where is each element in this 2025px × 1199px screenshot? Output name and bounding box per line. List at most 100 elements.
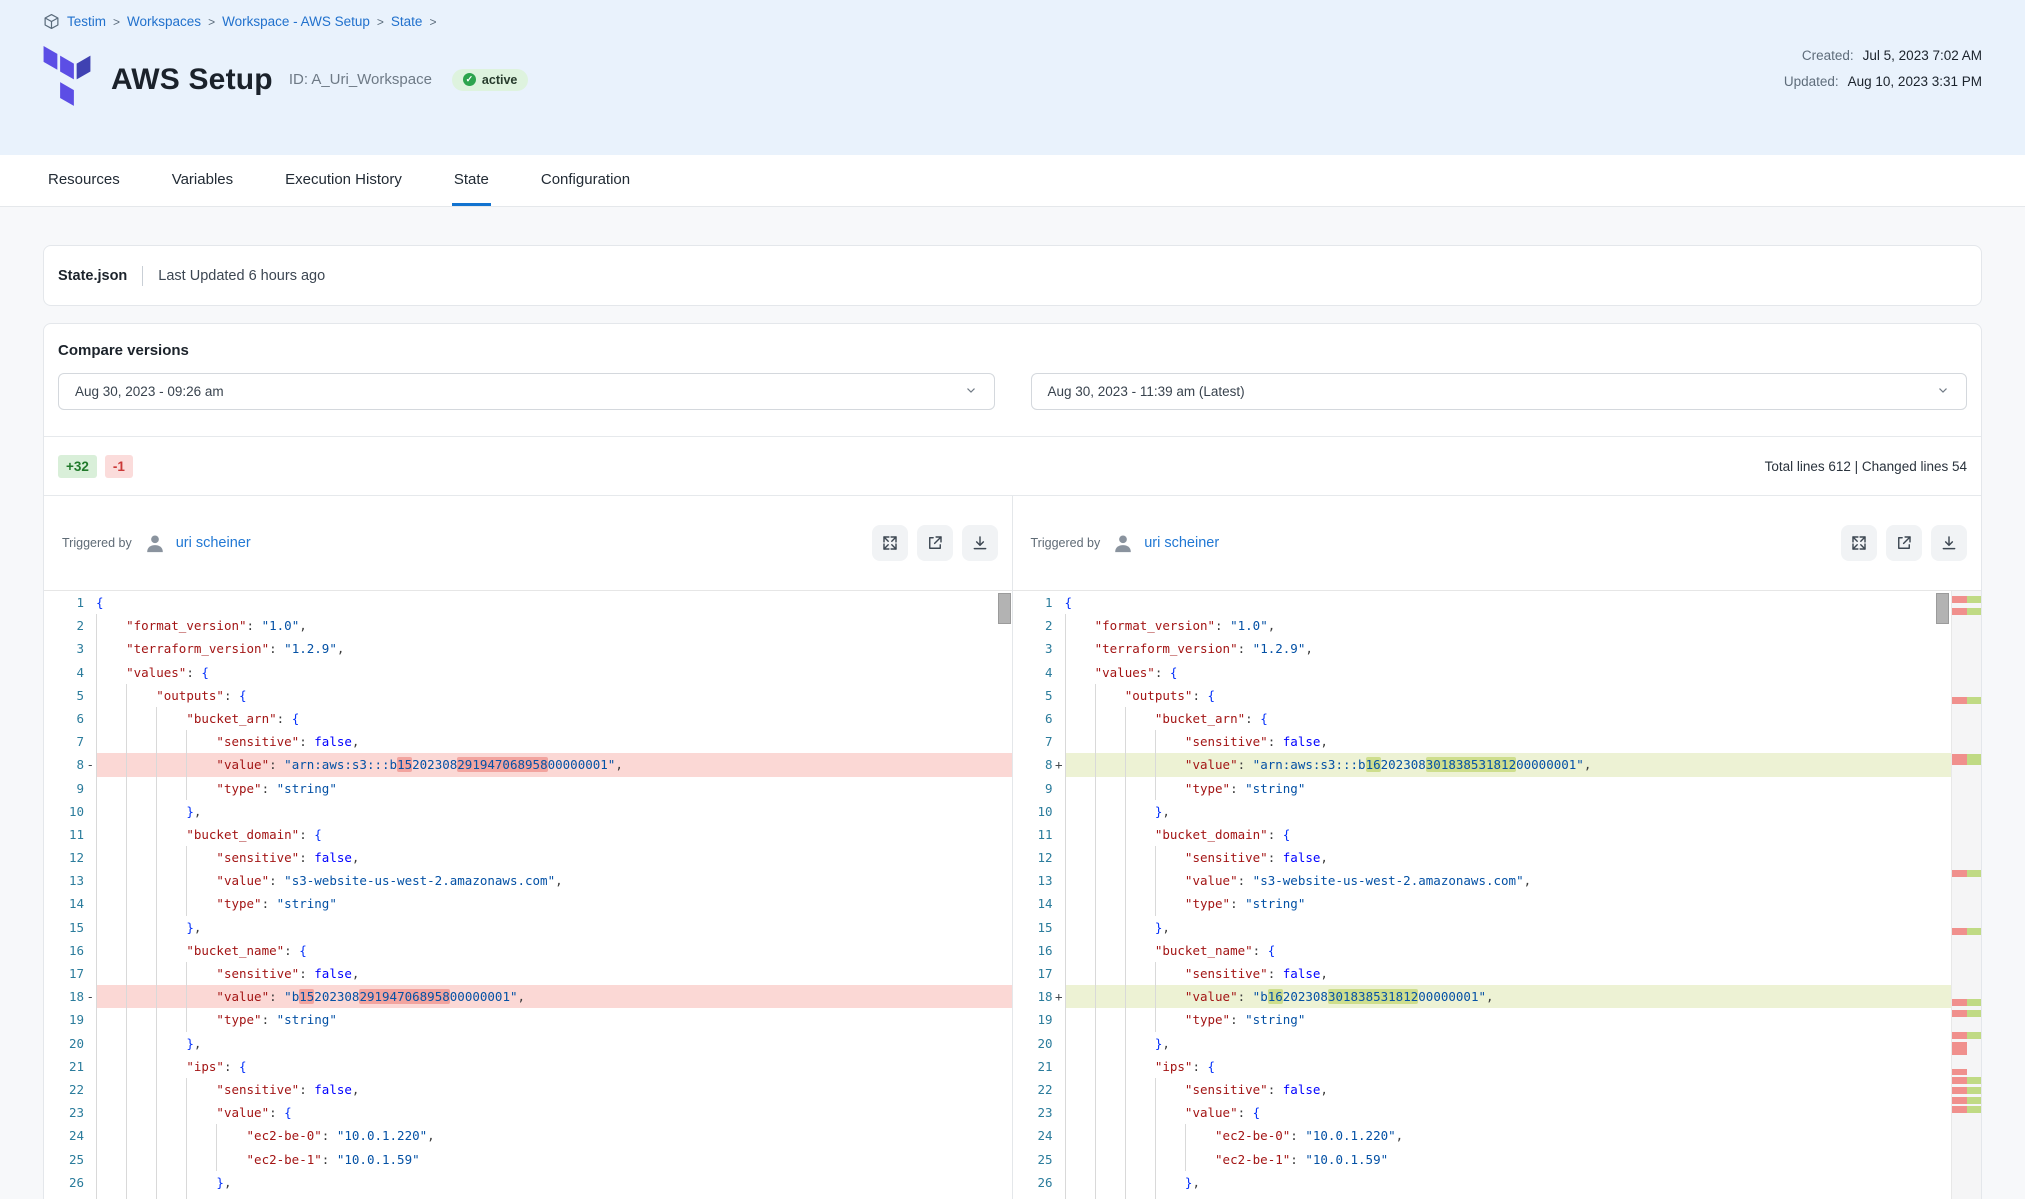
scrollbar-thumb[interactable]: [998, 593, 1011, 624]
tab-state[interactable]: State: [452, 155, 491, 206]
code-line: 24 "ec2-be-0": "10.0.1.220",: [1013, 1124, 1952, 1147]
line-number: 2: [1013, 614, 1065, 637]
code-line: 11 "bucket_domain": {: [44, 823, 1012, 846]
code-line: 8+ "value": "arn:aws:s3:::b1620230830183…: [1013, 753, 1952, 776]
diff-overview-mark: [1952, 697, 1981, 704]
line-number: 8-: [44, 753, 96, 776]
line-number: 8+: [1013, 753, 1065, 776]
line-number: 24: [1013, 1124, 1065, 1147]
user-avatar-icon: [144, 532, 166, 554]
line-number: 27: [44, 1194, 96, 1199]
tab-configuration[interactable]: Configuration: [539, 155, 632, 206]
code-line: 23 "value": {: [44, 1101, 1012, 1124]
diff-overview-mark: [1952, 596, 1981, 603]
line-number: 5: [1013, 684, 1065, 707]
deleted-line-marker: -: [86, 985, 94, 1008]
code-line: 4 "values": {: [1013, 661, 1952, 684]
panel-actions: [1841, 525, 1967, 561]
code-line: 4 "values": {: [44, 661, 1012, 684]
file-bar: State.json Last Updated 6 hours ago: [43, 245, 1982, 306]
line-number: 12: [1013, 846, 1065, 869]
tab-variables[interactable]: Variables: [170, 155, 235, 206]
breadcrumb-separator: >: [429, 15, 436, 29]
code-line: 21 "ips": {: [44, 1055, 1012, 1078]
updated-label: Updated:: [1784, 74, 1839, 89]
diff-overview-mark: [1952, 1097, 1981, 1104]
line-number: 18+: [1013, 985, 1065, 1008]
open-external-button[interactable]: [1886, 525, 1922, 561]
right-version-select[interactable]: Aug 30, 2023 - 11:39 am (Latest): [1031, 373, 1968, 410]
line-number: 19: [44, 1008, 96, 1031]
line-number: 24: [44, 1124, 96, 1147]
triggered-by-label: Triggered by: [62, 536, 132, 550]
line-number: 27: [1013, 1194, 1065, 1199]
code-line: 13 "value": "s3-website-us-west-2.amazon…: [44, 869, 1012, 892]
code-line: 2 "format_version": "1.0",: [1013, 614, 1952, 637]
triggered-by-user-link[interactable]: uri scheiner: [176, 535, 251, 551]
file-last-updated: Last Updated 6 hours ago: [158, 268, 325, 284]
workspace-meta: Created: Jul 5, 2023 7:02 AM Updated: Au…: [1784, 46, 1982, 89]
code-line: 19 "type": "string": [44, 1008, 1012, 1031]
diff-panel-new: Triggered by uri scheiner: [1013, 496, 1982, 1199]
check-circle-icon: ✓: [463, 73, 476, 86]
line-number: 11: [1013, 823, 1065, 846]
line-number: 15: [44, 916, 96, 939]
line-number: 22: [44, 1078, 96, 1101]
code-line: 22 "sensitive": false,: [44, 1078, 1012, 1101]
code-line: 25 "ec2-be-1": "10.0.1.59": [1013, 1148, 1952, 1171]
line-number: 11: [44, 823, 96, 846]
code-line: 7 "sensitive": false,: [44, 730, 1012, 753]
user-avatar-icon: [1112, 532, 1134, 554]
diff-stats-row: +32 -1 Total lines 612 | Changed lines 5…: [44, 436, 1981, 496]
code-line: 2 "format_version": "1.0",: [44, 614, 1012, 637]
line-number: 12: [44, 846, 96, 869]
code-line: 14 "type": "string": [44, 892, 1012, 915]
line-number: 23: [1013, 1101, 1065, 1124]
panel-actions: [872, 525, 998, 561]
code-line: 20 },: [44, 1032, 1012, 1055]
diff-overview-mark: [1952, 1032, 1981, 1039]
chevron-down-icon: [1936, 383, 1950, 400]
code-line: 20 },: [1013, 1032, 1952, 1055]
open-external-button[interactable]: [917, 525, 953, 561]
breadcrumb-workspaces[interactable]: Workspaces: [127, 14, 201, 29]
line-number: 20: [44, 1032, 96, 1055]
code-line: 27 "type": [: [44, 1194, 1012, 1199]
download-button[interactable]: [1931, 525, 1967, 561]
download-button[interactable]: [962, 525, 998, 561]
diff-panels: Triggered by uri scheiner: [44, 496, 1981, 1199]
left-version-select[interactable]: Aug 30, 2023 - 09:26 am: [58, 373, 995, 410]
code-line: 9 "type": "string": [1013, 777, 1952, 800]
diff-overview-mark: [1952, 1069, 1981, 1075]
expand-button[interactable]: [1841, 525, 1877, 561]
code-line: 14 "type": "string": [1013, 892, 1952, 915]
code-line: 16 "bucket_name": {: [44, 939, 1012, 962]
breadcrumb-workspace-aws-setup[interactable]: Workspace - AWS Setup: [222, 14, 370, 29]
triggered-by-row: Triggered by uri scheiner: [44, 496, 1012, 591]
code-line: 5 "outputs": {: [1013, 684, 1952, 707]
tab-execution-history[interactable]: Execution History: [283, 155, 404, 206]
code-line: 27 "type": [: [1013, 1194, 1952, 1199]
line-number: 14: [44, 892, 96, 915]
line-number: 5: [44, 684, 96, 707]
code-line: 12 "sensitive": false,: [1013, 846, 1952, 869]
scrollbar-thumb[interactable]: [1936, 593, 1949, 624]
diff-overview-mark: [1952, 999, 1981, 1006]
breadcrumb: Testim > Workspaces > Workspace - AWS Se…: [43, 13, 1982, 30]
breadcrumb-testim[interactable]: Testim: [67, 14, 106, 29]
workspace-state-page: Testim > Workspaces > Workspace - AWS Se…: [0, 0, 2025, 1199]
code-line: 26 },: [1013, 1171, 1952, 1194]
line-number: 13: [1013, 869, 1065, 892]
diff-overview-mark: [1952, 928, 1981, 935]
triggered-by-user-link[interactable]: uri scheiner: [1144, 535, 1219, 551]
tab-resources[interactable]: Resources: [46, 155, 122, 206]
line-number: 10: [44, 800, 96, 823]
breadcrumb-state[interactable]: State: [391, 14, 423, 29]
diff-overview-mark: [1952, 1010, 1981, 1017]
expand-button[interactable]: [872, 525, 908, 561]
code-line: 6 "bucket_arn": {: [44, 707, 1012, 730]
code-line: 17 "sensitive": false,: [1013, 962, 1952, 985]
line-number: 15: [1013, 916, 1065, 939]
line-number: 18-: [44, 985, 96, 1008]
line-number: 21: [1013, 1055, 1065, 1078]
